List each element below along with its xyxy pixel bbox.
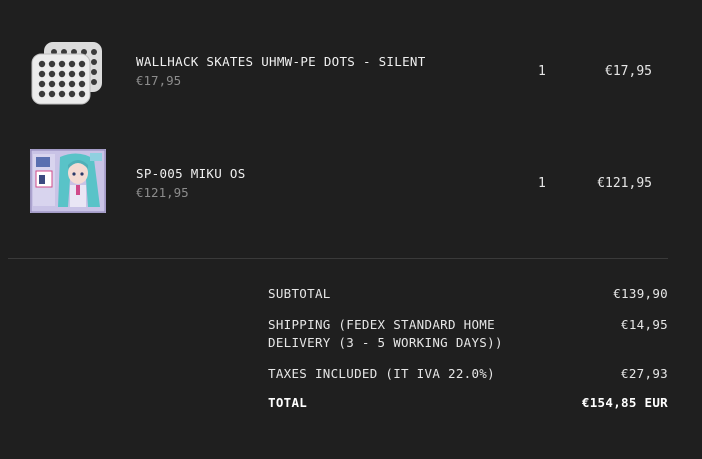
item-total: €121,95 <box>597 176 652 191</box>
item-name[interactable]: WALLHACK SKATES UHMW-PE DOTS - SILENT <box>136 54 426 69</box>
item-quantity: 1 <box>538 176 546 191</box>
total-label: TOTAL <box>268 395 308 410</box>
line-item: SP-005 MIKU OS €121,95 1 €121,95 <box>0 142 702 222</box>
dots-sheet-icon <box>28 40 104 106</box>
item-unit-price: €121,95 <box>136 185 189 200</box>
order-summary: WALLHACK SKATES UHMW-PE DOTS - SILENT €1… <box>0 0 702 459</box>
item-total: €17,95 <box>605 64 652 79</box>
divider <box>8 258 668 259</box>
subtotal-label: SUBTOTAL <box>268 286 331 301</box>
line-item: WALLHACK SKATES UHMW-PE DOTS - SILENT €1… <box>0 30 702 110</box>
total-value: €154,85 EUR <box>581 395 668 410</box>
shipping-label: SHIPPING (FEDEX STANDARD HOME DELIVERY (… <box>268 317 503 350</box>
item-quantity: 1 <box>538 64 546 79</box>
subtotal-value: €139,90 <box>613 286 668 301</box>
taxes-value: €27,93 <box>621 366 668 381</box>
taxes-label: TAXES INCLUDED (IT IVA 22.0%) <box>268 366 495 381</box>
item-name[interactable]: SP-005 MIKU OS <box>136 166 246 181</box>
miku-artwork-thumbnail <box>30 149 106 213</box>
shipping-value: €14,95 <box>621 317 668 332</box>
item-unit-price: €17,95 <box>136 73 182 88</box>
